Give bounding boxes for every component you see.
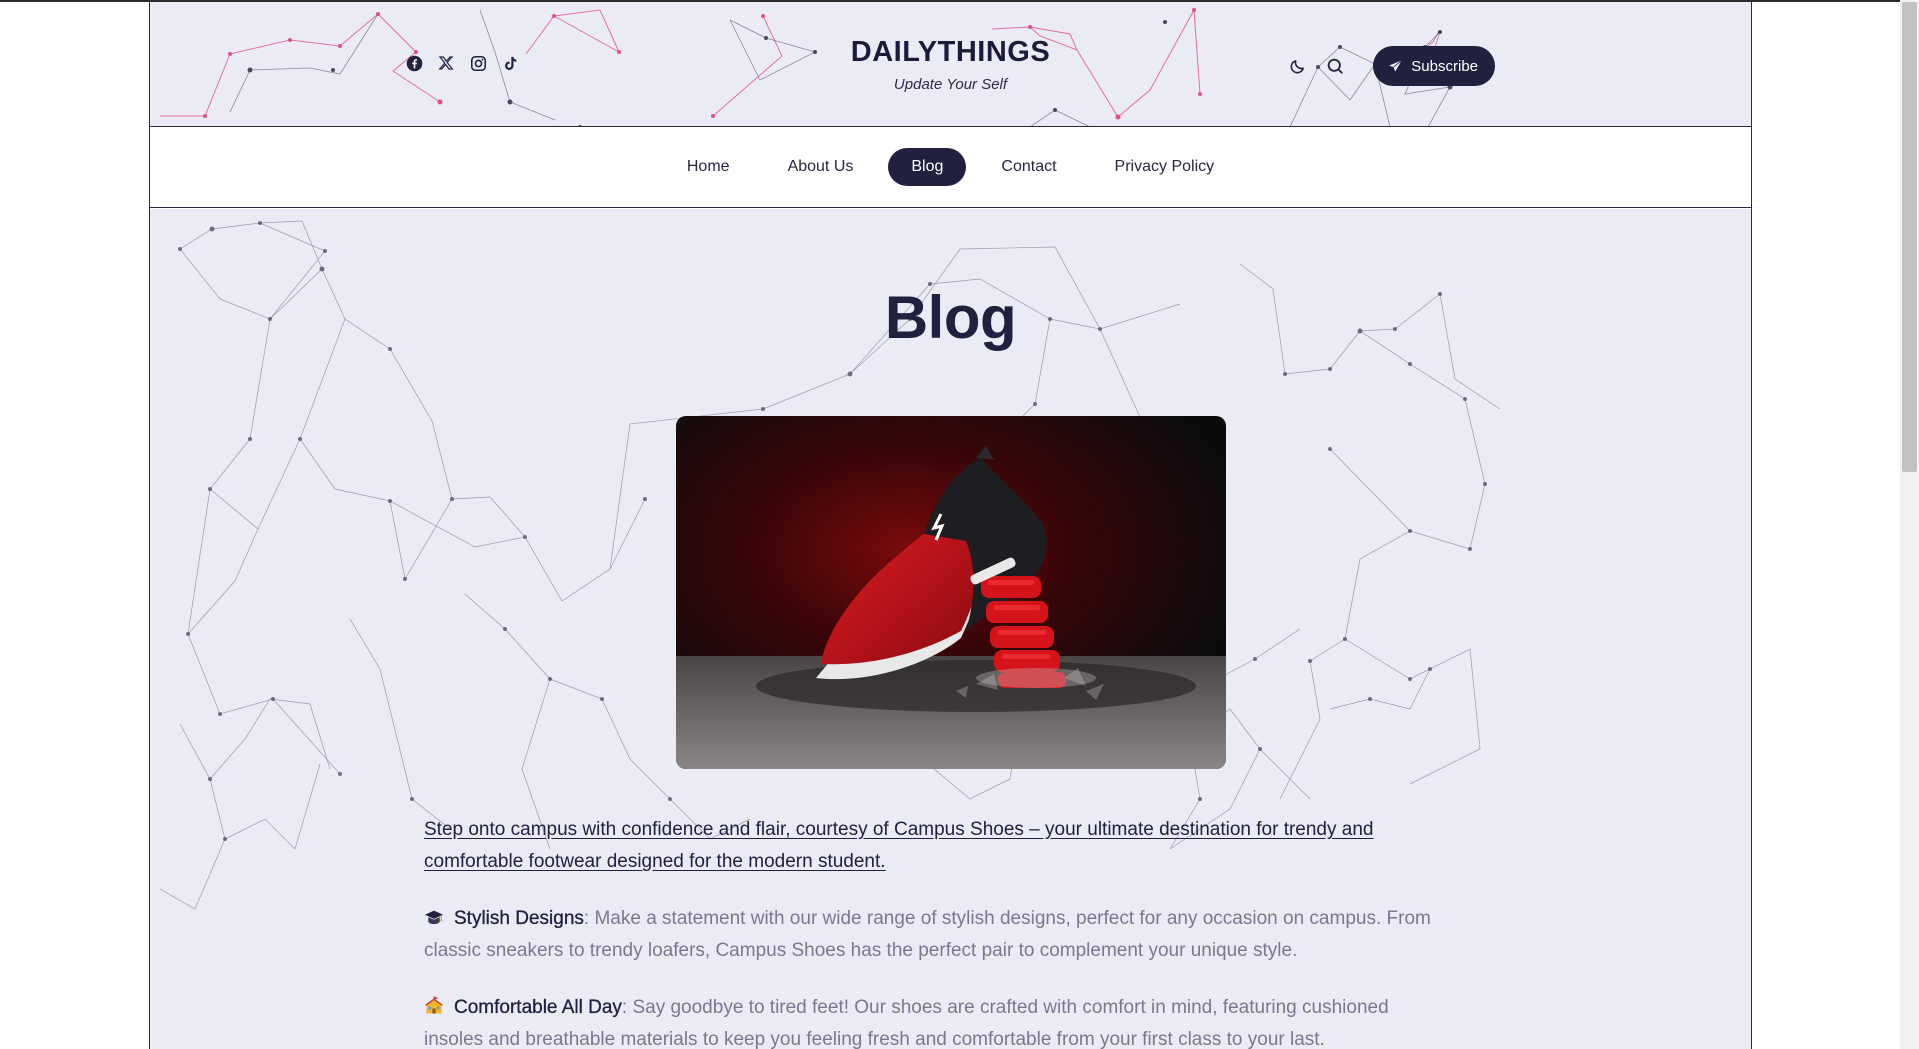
school-icon (424, 995, 446, 1015)
subscribe-button[interactable]: Subscribe (1373, 46, 1495, 86)
feature-paragraph: Comfortable All Day: Say goodbye to tire… (424, 992, 1444, 1049)
feature-title: Comfortable All Day (454, 997, 622, 1018)
page-title: Blog (884, 284, 1017, 351)
nav-item-blog[interactable]: Blog (888, 148, 967, 186)
nav-item-about-us[interactable]: About Us (765, 148, 877, 186)
subscribe-label: Subscribe (1411, 57, 1478, 75)
nav-item-contact[interactable]: Contact (978, 148, 1079, 186)
main-content: Blog Step onto campus with confidence an… (150, 209, 1751, 1049)
site-title[interactable]: DAILYTHINGS (150, 36, 1751, 69)
page-scrollbar[interactable] (1900, 0, 1919, 1049)
article-body: Step onto campus with confidence and fla… (424, 814, 1444, 1049)
graduation-cap-icon (424, 906, 446, 926)
nav-item-privacy-policy[interactable]: Privacy Policy (1092, 148, 1238, 186)
scrollbar-thumb[interactable] (1902, 2, 1917, 472)
nav-item-home[interactable]: Home (664, 148, 753, 186)
feature-paragraph: Stylish Designs: Make a statement with o… (424, 903, 1444, 967)
site-tagline: Update Your Self (893, 76, 1008, 93)
moon-icon[interactable] (1287, 56, 1307, 76)
header-actions: Subscribe (1287, 46, 1495, 86)
main-nav: Home About Us Blog Contact Privacy Polic… (150, 127, 1751, 208)
search-icon[interactable] (1325, 56, 1345, 76)
page-container: DAILYTHINGS Update Your Self Subscribe H… (149, 0, 1752, 1049)
paper-plane-icon (1389, 59, 1403, 71)
site-brand: DAILYTHINGS Update Your Self (150, 36, 1751, 93)
hero-image[interactable] (676, 416, 1226, 769)
lead-link[interactable]: Step onto campus with confidence and fla… (424, 814, 1444, 878)
site-header: DAILYTHINGS Update Your Self Subscribe (150, 2, 1751, 127)
feature-title: Stylish Designs (454, 908, 584, 929)
